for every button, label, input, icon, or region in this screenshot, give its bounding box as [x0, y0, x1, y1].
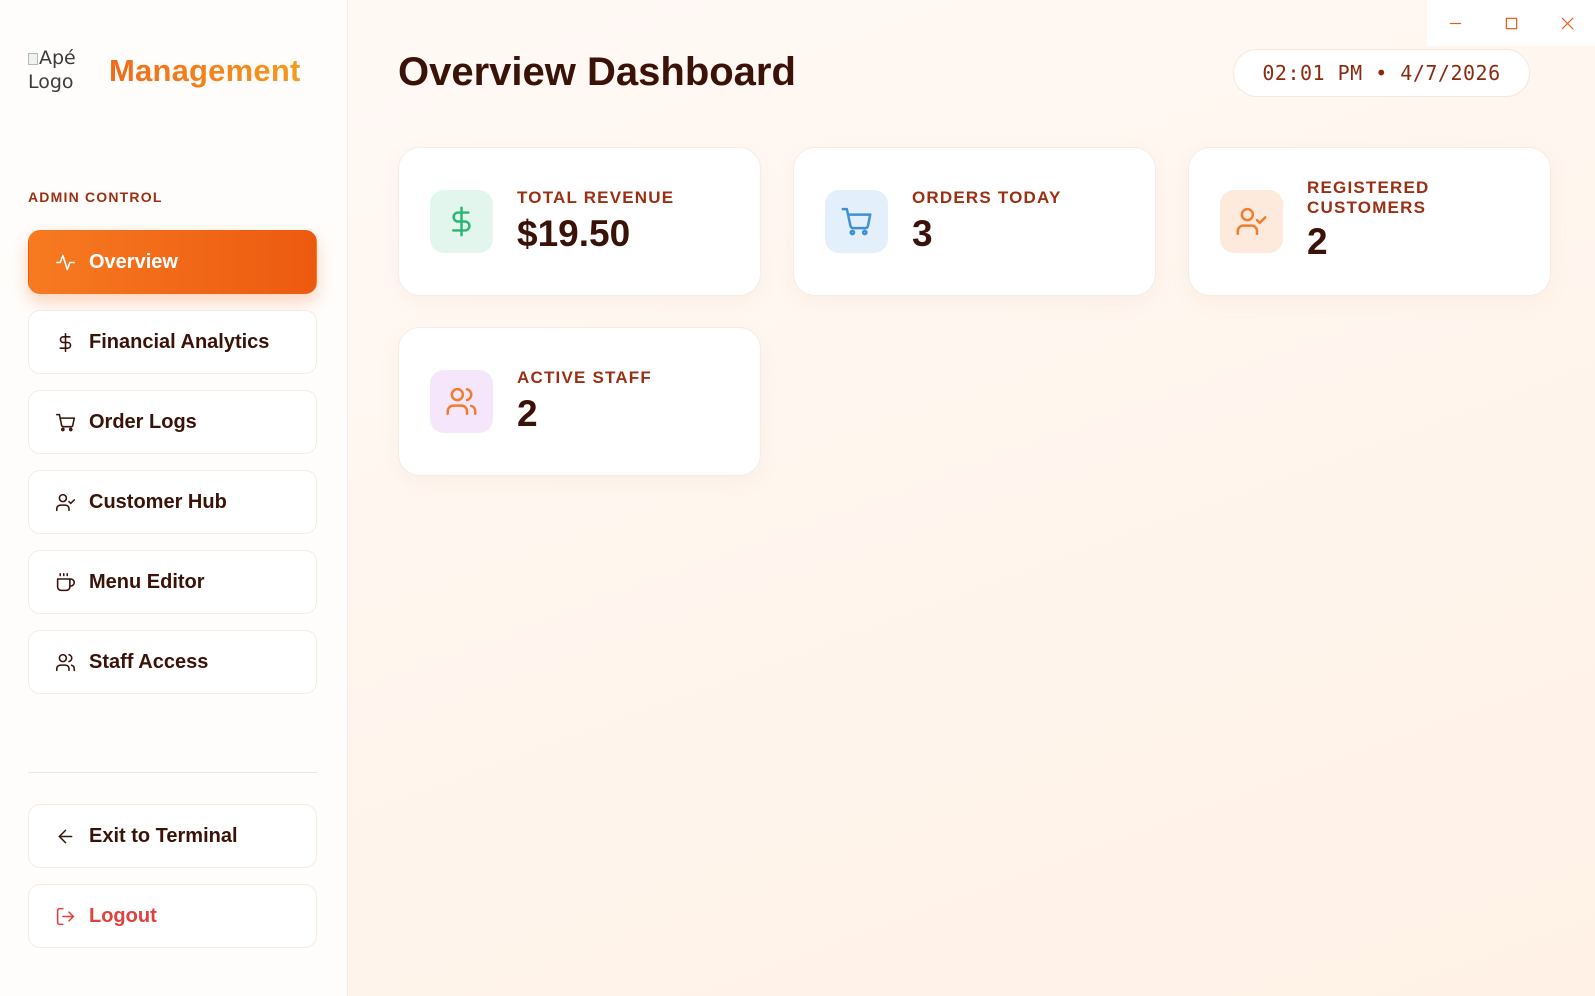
close-icon: [1560, 16, 1574, 30]
users-icon: [54, 651, 76, 673]
minimize-icon: [1449, 22, 1461, 24]
stat-icon-box: [1220, 190, 1283, 253]
exit-to-terminal-button[interactable]: Exit to Terminal: [28, 804, 317, 868]
sidebar-item-label: Staff Access: [89, 650, 209, 673]
coffee-icon: [54, 571, 76, 593]
users-icon: [446, 387, 477, 416]
activity-icon: [54, 251, 76, 273]
broken-image-icon: [28, 53, 38, 65]
sidebar-item-label: Menu Editor: [89, 570, 205, 593]
section-label: ADMIN CONTROL: [28, 189, 163, 205]
stat-card-orders-today: ORDERS TODAY 3: [793, 147, 1156, 296]
sidebar-item-customer-hub[interactable]: Customer Hub: [28, 470, 317, 534]
arrow-left-icon: [54, 825, 76, 847]
sidebar-divider: [28, 772, 317, 773]
sidebar-item-overview[interactable]: Overview: [28, 230, 317, 294]
stat-label: TOTAL REVENUE: [517, 188, 675, 207]
stat-icon-box: [825, 190, 888, 253]
stat-value: 2: [1307, 221, 1328, 262]
logout-button[interactable]: Logout: [28, 884, 317, 948]
sidebar-nav: Overview Financial Analytics Order Logs …: [28, 230, 317, 710]
logout-label: Logout: [89, 904, 157, 927]
stat-value: 3: [912, 213, 933, 254]
stat-card-total-revenue: TOTAL REVENUE $19.50: [398, 147, 761, 296]
stat-label: REGISTERED CUSTOMERS: [1307, 178, 1430, 217]
dollar-icon: [452, 206, 471, 237]
sidebar-item-staff-access[interactable]: Staff Access: [28, 630, 317, 694]
maximize-button[interactable]: [1483, 0, 1539, 46]
page-title: Overview Dashboard: [398, 50, 796, 94]
clock-badge: 02:01 PM • 4/7/2026: [1233, 49, 1530, 97]
dollar-icon: [54, 331, 76, 353]
stat-icon-box: [430, 190, 493, 253]
sidebar-item-financial-analytics[interactable]: Financial Analytics: [28, 310, 317, 374]
sidebar-item-label: Order Logs: [89, 410, 197, 433]
stat-card-registered-customers: REGISTERED CUSTOMERS 2: [1188, 147, 1551, 296]
stat-value: 2: [517, 393, 538, 434]
sidebar-bottom-nav: Exit to Terminal Logout: [28, 804, 317, 964]
stat-label: ORDERS TODAY: [912, 188, 1062, 207]
sidebar-item-label: Customer Hub: [89, 490, 227, 513]
brand: Apé Logo Management: [28, 46, 300, 96]
stat-card-active-staff: ACTIVE STAFF 2: [398, 327, 761, 476]
window-controls: [1427, 0, 1595, 46]
exit-to-terminal-label: Exit to Terminal: [89, 824, 238, 847]
close-button[interactable]: [1539, 0, 1595, 46]
sidebar-item-menu-editor[interactable]: Menu Editor: [28, 550, 317, 614]
user-check-icon: [54, 491, 76, 513]
sidebar: Apé Logo Management ADMIN CONTROL Overvi…: [0, 0, 348, 996]
user-check-icon: [1236, 207, 1267, 236]
minimize-button[interactable]: [1427, 0, 1483, 46]
stat-value: $19.50: [517, 213, 631, 254]
stat-icon-box: [430, 370, 493, 433]
maximize-icon: [1505, 17, 1517, 29]
cart-icon: [841, 207, 872, 236]
sidebar-item-order-logs[interactable]: Order Logs: [28, 390, 317, 454]
cart-icon: [54, 411, 76, 433]
logout-icon: [54, 905, 76, 927]
sidebar-item-label: Overview: [89, 250, 178, 273]
sidebar-item-label: Financial Analytics: [89, 330, 270, 353]
stat-label: ACTIVE STAFF: [517, 368, 652, 387]
brand-title: Management: [109, 53, 301, 88]
logo-image: Apé Logo: [28, 46, 90, 96]
